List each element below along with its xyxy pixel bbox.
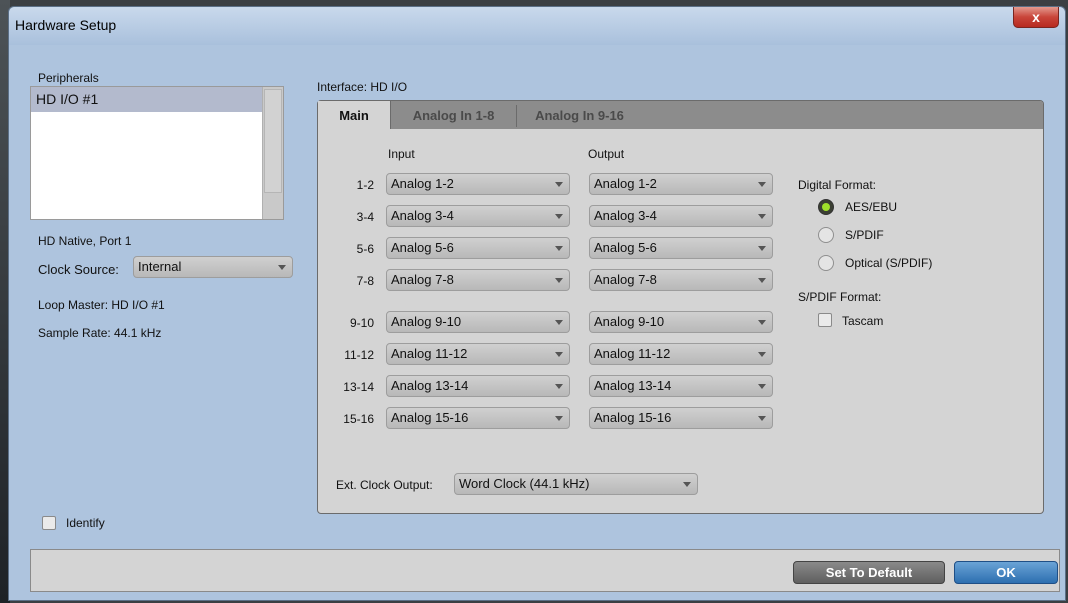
tab-strip: Main Analog In 1-8 Analog In 9-16 <box>318 101 1043 129</box>
chevron-down-icon <box>758 246 766 251</box>
chevron-down-icon <box>758 278 766 283</box>
input-value: Analog 5-6 <box>391 240 454 255</box>
input-dropdown[interactable]: Analog 15-16 <box>386 407 570 429</box>
output-value: Analog 15-16 <box>594 410 672 425</box>
interface-label: Interface: HD I/O <box>317 80 408 94</box>
chevron-down-icon <box>555 416 563 421</box>
input-dropdown[interactable]: Analog 11-12 <box>386 343 570 365</box>
chevron-down-icon <box>758 182 766 187</box>
output-dropdown[interactable]: Analog 9-10 <box>589 311 773 333</box>
output-value: Analog 13-14 <box>594 378 672 393</box>
chevron-down-icon <box>683 482 691 487</box>
chevron-down-icon <box>555 352 563 357</box>
input-dropdown[interactable]: Analog 5-6 <box>386 237 570 259</box>
tascam-checkbox[interactable] <box>818 313 832 327</box>
channel-label: 1-2 <box>356 178 374 192</box>
identify-checkbox[interactable] <box>42 516 56 530</box>
input-dropdown[interactable]: Analog 3-4 <box>386 205 570 227</box>
set-to-default-button[interactable]: Set To Default <box>793 561 945 584</box>
output-value: Analog 3-4 <box>594 208 657 223</box>
channel-label: 3-4 <box>356 210 374 224</box>
output-header: Output <box>588 147 625 161</box>
spdif-format-label: S/PDIF Format: <box>798 290 882 304</box>
loop-master-text: Loop Master: HD I/O #1 <box>38 298 165 312</box>
output-value: Analog 9-10 <box>594 314 665 329</box>
chevron-down-icon <box>758 352 766 357</box>
output-dropdown[interactable]: Analog 5-6 <box>589 237 773 259</box>
chevron-down-icon <box>758 320 766 325</box>
input-dropdown[interactable]: Analog 1-2 <box>386 173 570 195</box>
radio-spdif-label: S/PDIF <box>845 228 884 242</box>
chevron-down-icon <box>555 182 563 187</box>
chevron-down-icon <box>758 416 766 421</box>
channel-label: 7-8 <box>356 274 374 288</box>
input-dropdown[interactable]: Analog 7-8 <box>386 269 570 291</box>
input-value: Analog 9-10 <box>391 314 462 329</box>
input-dropdown[interactable]: Analog 9-10 <box>386 311 570 333</box>
output-value: Analog 11-12 <box>594 346 671 361</box>
radio-aes-ebu[interactable] <box>818 199 834 215</box>
chevron-down-icon <box>278 265 286 270</box>
input-dropdown[interactable]: Analog 13-14 <box>386 375 570 397</box>
tab-analog-in-9-16[interactable]: Analog In 9-16 <box>517 101 642 129</box>
peripherals-scrollbar[interactable] <box>262 87 283 219</box>
input-value: Analog 7-8 <box>391 272 454 287</box>
ext-clock-value: Word Clock (44.1 kHz) <box>459 476 590 491</box>
interface-panel: Main Analog In 1-8 Analog In 9-16 <box>317 100 1044 514</box>
input-value: Analog 3-4 <box>391 208 454 223</box>
peripheral-item[interactable]: HD I/O #1 <box>31 87 263 112</box>
channel-label: 13-14 <box>343 380 374 394</box>
ok-button[interactable]: OK <box>954 561 1058 584</box>
clock-source-value: Internal <box>138 259 182 274</box>
output-dropdown[interactable]: Analog 3-4 <box>589 205 773 227</box>
output-dropdown[interactable]: Analog 11-12 <box>589 343 773 365</box>
channel-label: 5-6 <box>356 242 374 256</box>
chevron-down-icon <box>555 246 563 251</box>
output-value: Analog 7-8 <box>594 272 657 287</box>
chevron-down-icon <box>555 320 563 325</box>
ext-clock-dropdown[interactable]: Word Clock (44.1 kHz) <box>454 473 698 495</box>
radio-aes-ebu-label: AES/EBU <box>845 200 898 214</box>
chevron-down-icon <box>758 384 766 389</box>
close-button[interactable]: x <box>1013 7 1059 28</box>
output-dropdown[interactable]: Analog 15-16 <box>589 407 773 429</box>
tab-main[interactable]: Main <box>318 101 391 129</box>
channel-label: 15-16 <box>343 412 374 426</box>
output-value: Analog 5-6 <box>594 240 657 255</box>
radio-spdif[interactable] <box>818 227 834 243</box>
window-title: Hardware Setup <box>15 17 117 33</box>
tascam-label: Tascam <box>842 314 884 328</box>
input-value: Analog 15-16 <box>391 410 469 425</box>
channel-label: 11-12 <box>344 348 374 362</box>
input-header: Input <box>388 147 415 161</box>
output-dropdown[interactable]: Analog 1-2 <box>589 173 773 195</box>
peripherals-label: Peripherals <box>38 71 99 85</box>
channel-label: 9-10 <box>349 316 374 330</box>
peripherals-list[interactable]: HD I/O #1 <box>30 86 284 220</box>
chevron-down-icon <box>555 278 563 283</box>
output-dropdown[interactable]: Analog 7-8 <box>589 269 773 291</box>
ext-clock-label: Ext. Clock Output: <box>336 478 433 492</box>
chevron-down-icon <box>555 214 563 219</box>
chevron-down-icon <box>555 384 563 389</box>
identify-label: Identify <box>66 516 105 530</box>
input-value: Analog 11-12 <box>391 346 468 361</box>
radio-optical[interactable] <box>818 255 834 271</box>
radio-optical-label: Optical (S/PDIF) <box>845 256 933 270</box>
title-bar[interactable]: Hardware Setup x <box>9 7 1065 45</box>
input-value: Analog 1-2 <box>391 176 454 191</box>
digital-format-label: Digital Format: <box>798 178 877 192</box>
input-value: Analog 13-14 <box>391 378 469 393</box>
tab-analog-in-1-8[interactable]: Analog In 1-8 <box>391 101 516 129</box>
output-value: Analog 1-2 <box>594 176 657 191</box>
output-dropdown[interactable]: Analog 13-14 <box>589 375 773 397</box>
chevron-down-icon <box>758 214 766 219</box>
